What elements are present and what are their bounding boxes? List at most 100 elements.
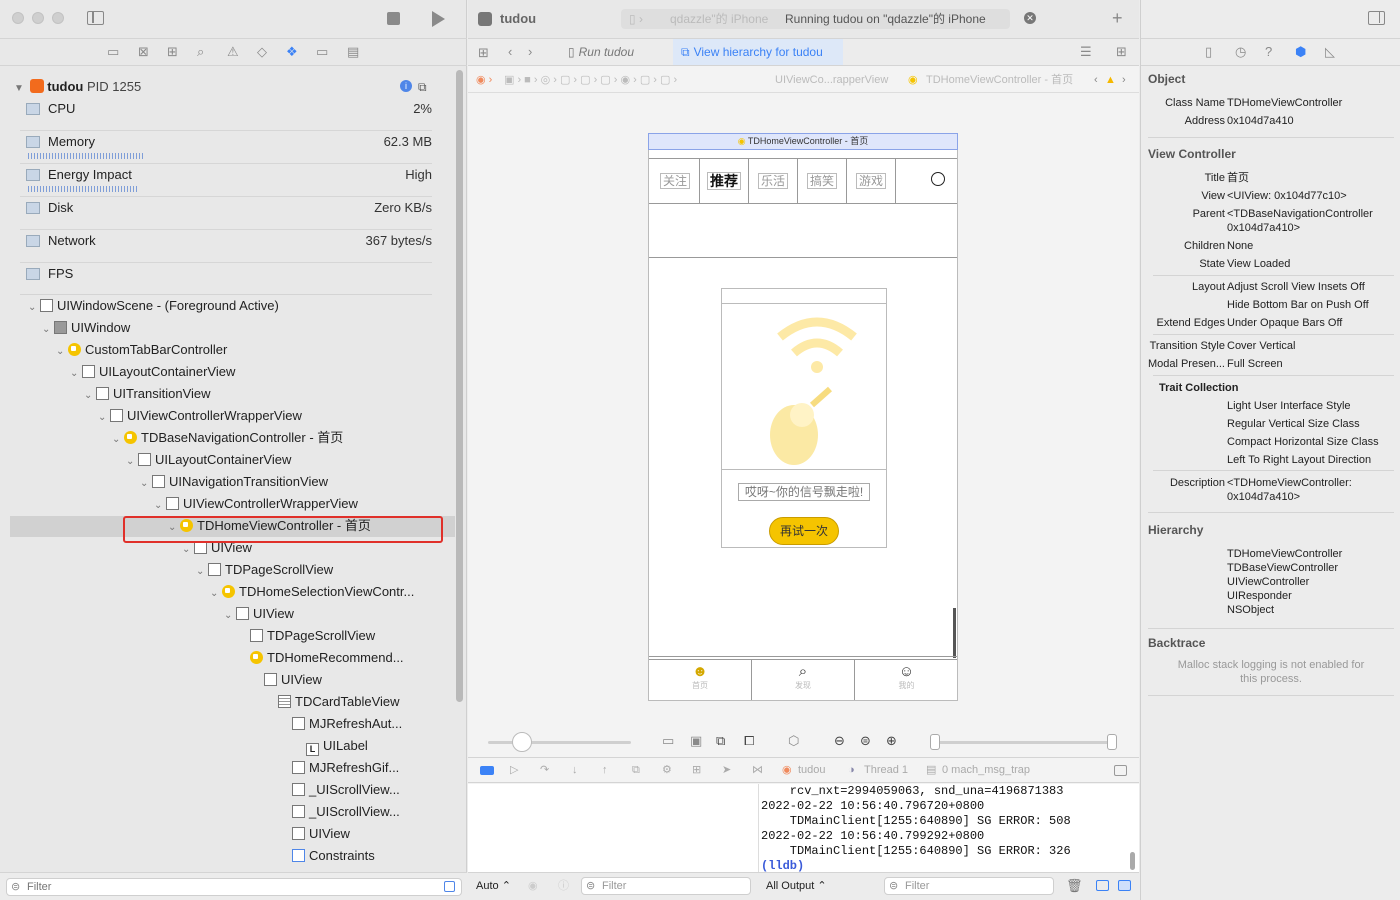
environment-icon[interactable]: ⊞ bbox=[692, 758, 701, 782]
toggle-navigator-icon[interactable] bbox=[87, 11, 104, 25]
category-tab[interactable]: 关注 bbox=[651, 159, 700, 203]
file-inspector-icon[interactable]: ▯ bbox=[1205, 45, 1212, 59]
disclosure-icon[interactable]: ⌄ bbox=[98, 407, 110, 429]
tabbar-item[interactable]: ⌕ 发现 bbox=[752, 660, 855, 700]
test-icon[interactable]: ◇ bbox=[257, 45, 267, 59]
disclosure-icon[interactable]: ⌄ bbox=[126, 451, 138, 473]
info-circle-icon[interactable]: ⓘ bbox=[558, 873, 569, 899]
disclosure-icon[interactable]: ⌄ bbox=[28, 297, 40, 319]
gauge-network[interactable]: Network 367 bytes/s bbox=[0, 232, 467, 262]
eye-icon[interactable]: ◉ bbox=[528, 873, 538, 899]
clear-status-icon[interactable]: ✕ bbox=[1024, 12, 1036, 24]
tree-row[interactable]: _UIScrollView... bbox=[280, 779, 400, 801]
close-window-button[interactable] bbox=[12, 12, 24, 24]
orient-3d-icon[interactable]: ⬡ bbox=[788, 734, 799, 748]
app-crumb-icon[interactable]: ◉ › bbox=[476, 67, 492, 93]
step-over-icon[interactable]: ↷ bbox=[540, 758, 549, 782]
hierarchy-toggle-icon[interactable]: ⧉ bbox=[418, 80, 427, 95]
tree-row[interactable]: _UIScrollView... bbox=[280, 801, 400, 823]
app-title[interactable]: tudou bbox=[500, 11, 536, 26]
info-icon[interactable]: i bbox=[400, 80, 412, 92]
tree-row[interactable]: UIView bbox=[252, 669, 322, 691]
crumb-icons[interactable]: ▣ › ■ › ◎ › ▢ › ▢ › ▢ › ◉ › ▢ › ▢ › bbox=[504, 67, 677, 93]
scheme-app-icon[interactable] bbox=[478, 12, 492, 26]
disclosure-open-icon[interactable]: ▼ bbox=[14, 80, 26, 98]
canvas-title-bar[interactable]: ◉ TDHomeViewController - 首页 bbox=[648, 133, 958, 150]
show-constraints-icon[interactable]: ▣ bbox=[690, 734, 702, 748]
lldb-prompt[interactable]: (lldb) bbox=[761, 859, 1071, 872]
gauge-disk[interactable]: Disk Zero KB/s bbox=[0, 199, 467, 229]
gauge-cpu[interactable]: CPU 2% bbox=[0, 100, 467, 130]
stop-button[interactable] bbox=[387, 12, 400, 25]
disclosure-icon[interactable]: ⌄ bbox=[210, 583, 222, 605]
trash-icon[interactable]: 🗑 bbox=[1066, 873, 1083, 899]
debug-hierarchy-icon[interactable]: ⋈ bbox=[752, 758, 763, 782]
source-control-icon[interactable]: ⊠ bbox=[138, 45, 149, 59]
disclosure-icon[interactable]: ⌄ bbox=[112, 429, 124, 451]
step-into-icon[interactable]: ↓ bbox=[572, 758, 578, 782]
tree-row[interactable]: Constraints bbox=[280, 845, 375, 867]
tree-row[interactable]: TDPageScrollView bbox=[238, 625, 375, 647]
gauge-energy-impact[interactable]: Energy Impact High bbox=[0, 166, 467, 196]
spacing-slider-knob[interactable] bbox=[512, 732, 532, 752]
split-console-icon[interactable] bbox=[1114, 765, 1127, 776]
console-output[interactable]: rcv_nxt=2994059063, snd_una=4196871383 20… bbox=[759, 784, 1139, 872]
tree-row[interactable]: ⌄ UIWindow bbox=[42, 317, 130, 339]
tree-row[interactable]: ⌄ UIViewControllerWrapperView bbox=[98, 405, 302, 427]
zoom-actual-icon[interactable]: ⊜ bbox=[860, 734, 871, 748]
gauge-memory[interactable]: Memory 62.3 MB bbox=[0, 133, 467, 163]
filter-option-icon[interactable] bbox=[444, 881, 455, 892]
memory-graph-icon[interactable]: ⚙ bbox=[662, 758, 672, 782]
disclosure-icon[interactable]: ⌄ bbox=[140, 473, 152, 495]
disclosure-icon[interactable]: ⌄ bbox=[224, 605, 236, 627]
navigator-filter-field[interactable]: ⊜ bbox=[6, 878, 462, 896]
size-inspector-icon[interactable]: ◺ bbox=[1325, 45, 1335, 59]
tree-row[interactable]: ⌄ UIView bbox=[224, 603, 294, 625]
split-editor-icon[interactable]: ⊞ bbox=[1116, 45, 1127, 59]
symbol-icon[interactable]: ⊞ bbox=[167, 45, 178, 59]
report-icon[interactable]: ▤ bbox=[347, 45, 359, 59]
tree-row[interactable]: ⌄ UIViewControllerWrapperView bbox=[154, 493, 358, 515]
retry-button[interactable]: 再试一次 bbox=[769, 517, 839, 545]
console-filter-field[interactable]: ⊜ Filter bbox=[884, 877, 1054, 895]
disclosure-icon[interactable]: ⌄ bbox=[42, 319, 54, 341]
show-variables-icon[interactable] bbox=[1096, 880, 1109, 891]
tree-row[interactable]: ⌄ TDHomeSelectionViewContr... bbox=[210, 581, 414, 603]
category-tab[interactable]: 推荐 bbox=[700, 159, 749, 203]
toggle-inspector-icon[interactable] bbox=[1368, 11, 1385, 25]
add-tab-icon[interactable]: + bbox=[1112, 8, 1123, 29]
tree-row[interactable]: TDCardTableView bbox=[266, 691, 400, 713]
step-out-icon[interactable]: ↑ bbox=[602, 758, 608, 782]
editor-options-icon[interactable]: ☰ bbox=[1080, 45, 1092, 59]
back-icon[interactable]: ‹ bbox=[508, 45, 512, 59]
warning-icon[interactable]: ▲ bbox=[1105, 67, 1116, 93]
gauge-fps[interactable]: FPS bbox=[0, 265, 467, 295]
run-button[interactable] bbox=[432, 11, 445, 27]
tree-row[interactable]: ⌄ TDBaseNavigationController - 首页 bbox=[112, 427, 343, 449]
tree-row[interactable]: ⌄ UIWindowScene - (Foreground Active) bbox=[28, 295, 279, 317]
tab-run[interactable]: ▯ Run tudou bbox=[556, 39, 666, 65]
forward-icon[interactable]: › bbox=[528, 45, 532, 59]
search-icon[interactable] bbox=[931, 172, 945, 186]
category-tab[interactable]: 游戏 bbox=[847, 159, 896, 203]
debug-thread[interactable]: Thread 1 bbox=[864, 758, 908, 782]
related-items-icon[interactable]: ⊞ bbox=[478, 46, 489, 60]
folder-icon[interactable]: ▭ bbox=[107, 45, 119, 59]
tree-row[interactable]: ⌄ TDPageScrollView bbox=[196, 559, 333, 581]
tab-view-hierarchy[interactable]: ⧉ View hierarchy for tudou bbox=[673, 39, 843, 65]
auto-variables-select[interactable]: Auto ⌃ bbox=[476, 873, 511, 899]
tabbar-item[interactable]: ☺ 我的 bbox=[855, 660, 958, 700]
debug-view-hierarchy-icon[interactable]: ⧉ bbox=[632, 758, 640, 782]
variables-filter-field[interactable]: ⊜ Filter bbox=[581, 877, 751, 895]
tree-row[interactable]: ⌄ CustomTabBarController bbox=[56, 339, 227, 361]
disclosure-icon[interactable]: ⌄ bbox=[56, 341, 68, 363]
process-row[interactable]: ▼ tudou PID 1255 bbox=[14, 78, 141, 96]
zoom-in-icon[interactable]: ⊕ bbox=[886, 734, 897, 748]
minimize-window-button[interactable] bbox=[32, 12, 44, 24]
tree-row[interactable]: ⌄ UILayoutContainerView bbox=[126, 449, 291, 471]
disclosure-icon[interactable]: ⌄ bbox=[70, 363, 82, 385]
debug-frame[interactable]: 0 mach_msg_trap bbox=[942, 758, 1030, 782]
navigator-filter-input[interactable] bbox=[27, 880, 427, 894]
continue-icon[interactable]: ▷ bbox=[510, 758, 518, 782]
range-slider-track[interactable] bbox=[934, 741, 1114, 744]
